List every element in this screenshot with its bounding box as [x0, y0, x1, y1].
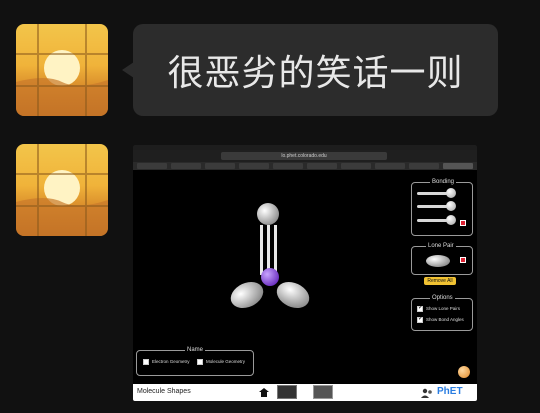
sim-navigation-bar: Molecule Shapes PhET	[133, 384, 477, 401]
browser-address-bar: lo.phet.colorado.edu	[133, 150, 477, 162]
atom-white[interactable]	[257, 203, 279, 225]
sunset-avatar-image	[16, 24, 108, 116]
single-bond-knob[interactable]	[446, 188, 456, 198]
sunset-avatar-image	[16, 144, 108, 236]
bond-lines	[260, 225, 277, 275]
remove-all-button[interactable]: Remove All	[424, 277, 456, 285]
delete-icon[interactable]	[460, 220, 466, 226]
bonding-title: Bonding	[430, 179, 457, 185]
browser-tab	[273, 163, 303, 169]
message-bubble[interactable]: 很恶劣的笑话一则	[133, 24, 498, 116]
browser-tab	[171, 163, 201, 169]
users-icon[interactable]	[421, 388, 433, 398]
browser-tab	[409, 163, 439, 169]
show-lone-pairs-checkbox[interactable]	[417, 304, 423, 312]
double-bond-knob[interactable]	[446, 201, 456, 211]
show-bond-angles-checkbox[interactable]	[417, 315, 423, 323]
phet-logo[interactable]: PhET	[437, 386, 463, 397]
show-bond-angles-label: Show Bond Angles	[426, 317, 464, 322]
molecule-geometry-checkbox[interactable]	[197, 359, 203, 365]
electron-geometry-label: Electron Geometry	[152, 359, 190, 364]
name-panel: Name Electron Geometry Molecule Geometry	[136, 347, 254, 376]
browser-tab	[205, 163, 235, 169]
browser-tab	[239, 163, 269, 169]
browser-tab	[307, 163, 337, 169]
sim-title: Molecule Shapes	[137, 388, 191, 395]
options-panel: Options Show Lone Pairs Show Bond Angles	[411, 295, 473, 331]
show-lone-pairs-label: Show Lone Pairs	[426, 306, 461, 311]
url-field[interactable]: lo.phet.colorado.edu	[221, 152, 387, 160]
name-title: Name	[185, 347, 206, 353]
browser-tab	[375, 163, 405, 169]
lone-pair-lobe[interactable]	[227, 277, 268, 313]
avatar[interactable]	[16, 24, 108, 116]
avatar[interactable]	[16, 144, 108, 236]
reset-button[interactable]	[458, 366, 470, 378]
atom-central[interactable]	[261, 268, 279, 286]
triple-bond-knob[interactable]	[446, 215, 456, 225]
browser-tab	[341, 163, 371, 169]
screen-tab-model[interactable]	[277, 385, 297, 399]
browser-tab	[137, 163, 167, 169]
molecule-geometry-label: Molecule Geometry	[206, 359, 246, 364]
bonding-panel: Bonding	[411, 179, 473, 236]
browser-tab	[443, 163, 473, 169]
lone-pair-panel: Lone Pair	[411, 243, 473, 275]
electron-geometry-checkbox[interactable]	[143, 359, 149, 365]
message-text: 很恶劣的笑话一则	[167, 53, 464, 94]
screen-tab-real[interactable]	[313, 385, 333, 399]
home-icon[interactable]	[259, 388, 269, 397]
lone-pair-title: Lone Pair	[426, 243, 456, 249]
delete-icon[interactable]	[460, 257, 466, 263]
simulation-area: Bonding Lone Pair Remove All Options Sho…	[133, 170, 477, 384]
image-message[interactable]: lo.phet.colorado.edu Bonding Lone Pair R…	[133, 145, 477, 401]
options-title: Options	[430, 295, 455, 301]
browser-tabs	[133, 162, 477, 170]
lone-pair-icon[interactable]	[424, 253, 454, 269]
lone-pair-lobe[interactable]	[273, 277, 314, 313]
